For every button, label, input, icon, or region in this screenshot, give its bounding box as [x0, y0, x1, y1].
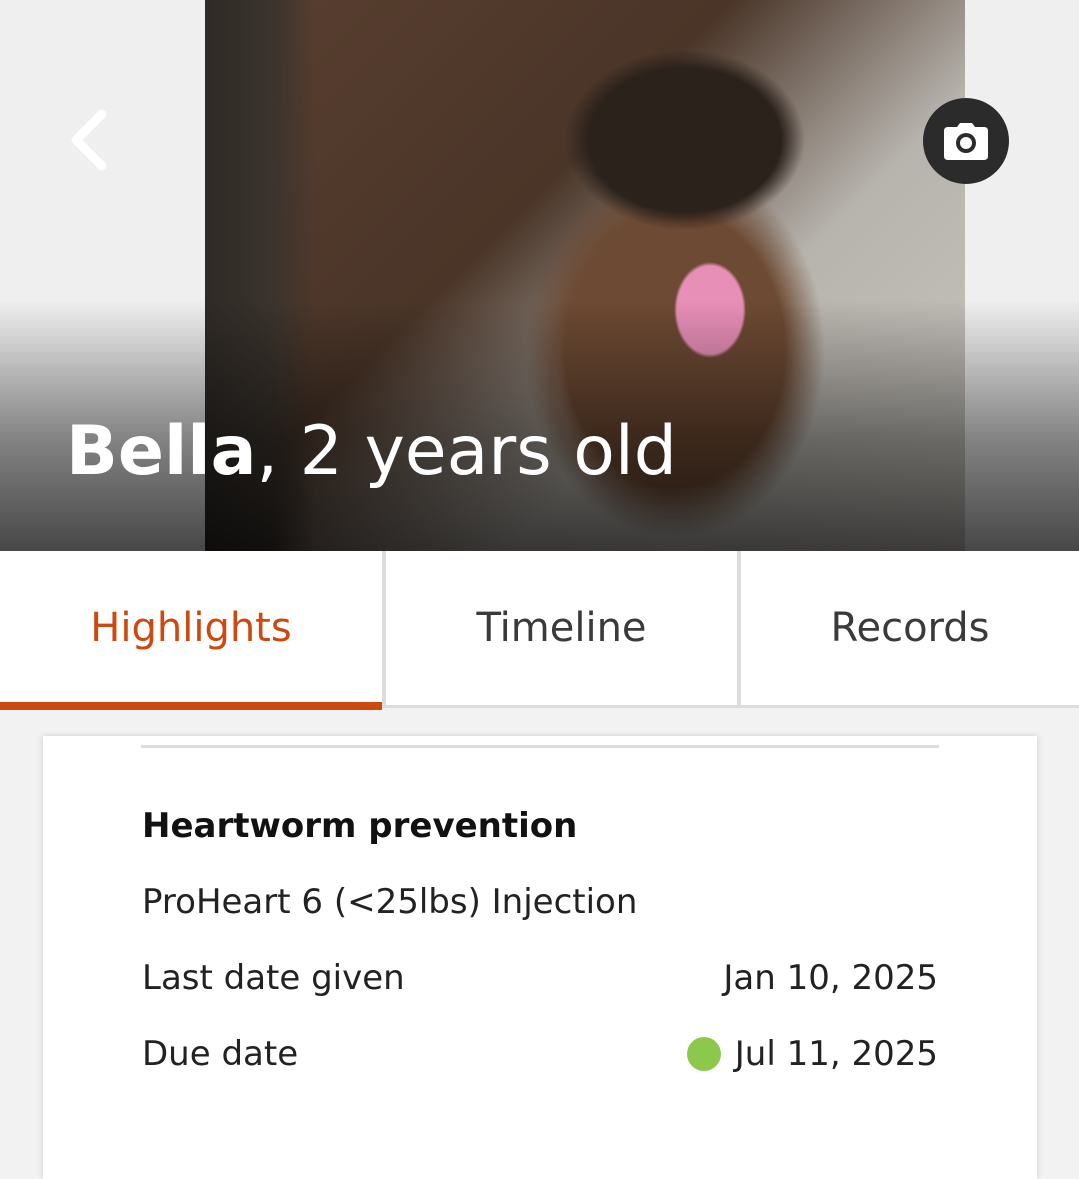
tab-bar: Highlights Timeline Records — [0, 551, 1079, 710]
tab-highlights[interactable]: Highlights — [0, 551, 382, 710]
last-date-label: Last date given — [142, 958, 405, 998]
camera-icon — [944, 123, 988, 160]
due-date-row: Due date Jul 11, 2025 — [142, 1034, 938, 1074]
status-dot-icon — [686, 1037, 721, 1071]
pet-age: , 2 years old — [256, 412, 677, 491]
card-divider — [141, 745, 939, 748]
due-date-label: Due date — [142, 1034, 299, 1074]
pet-name: Bella — [66, 412, 257, 491]
chevron-left-icon — [71, 109, 107, 171]
pet-title: Bella, 2 years old — [66, 412, 677, 492]
section-title: Heartworm prevention — [142, 806, 578, 846]
due-date-group: Jul 11, 2025 — [686, 1034, 938, 1074]
due-date-value: Jul 11, 2025 — [734, 1034, 938, 1074]
tab-records[interactable]: Records — [737, 551, 1079, 705]
camera-button[interactable] — [923, 98, 1009, 184]
last-date-value: Jan 10, 2025 — [723, 958, 938, 998]
product-name: ProHeart 6 (<25lbs) Injection — [142, 882, 638, 922]
tab-timeline[interactable]: Timeline — [382, 551, 737, 705]
last-date-row: Last date given Jan 10, 2025 — [142, 958, 938, 998]
back-button[interactable] — [56, 100, 120, 180]
pet-hero: Bella, 2 years old — [0, 0, 1079, 551]
heartworm-card: Heartworm prevention ProHeart 6 (<25lbs)… — [43, 736, 1037, 1179]
